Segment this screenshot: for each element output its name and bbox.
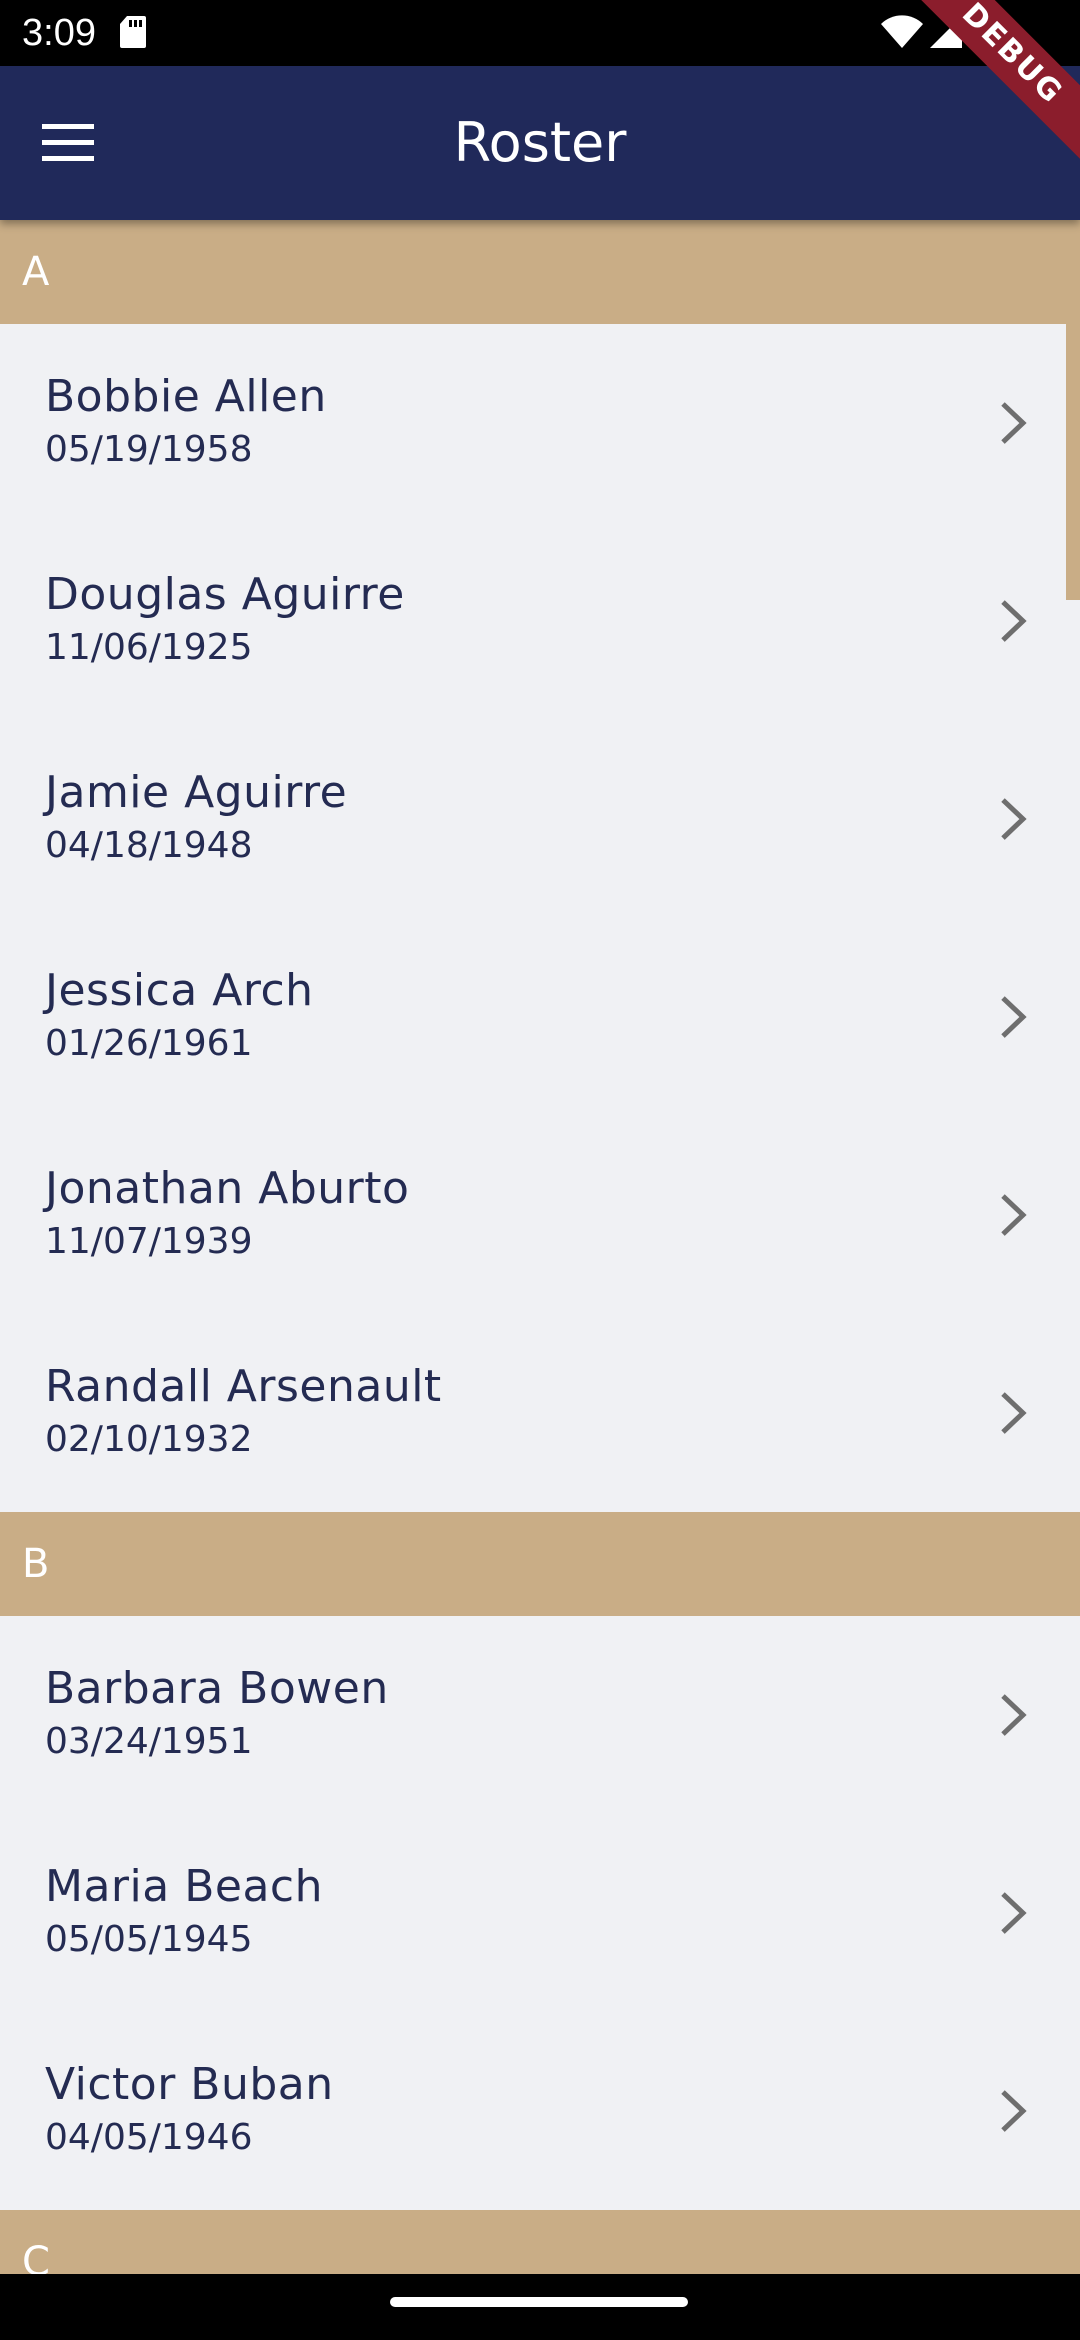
sd-card-icon [120,16,146,48]
status-time: 3:09 [22,12,96,54]
person-name: Bobbie Allen [45,371,327,422]
person-name: Maria Beach [45,1861,323,1912]
list-item[interactable]: Victor Buban 04/05/1946 [0,2012,1080,2210]
scrollbar[interactable] [1066,324,1080,600]
person-name: Jonathan Aburto [45,1163,410,1214]
person-name: Barbara Bowen [45,1663,389,1714]
chevron-right-icon [995,794,1033,844]
list-item[interactable]: Douglas Aguirre 11/06/1925 [0,522,1080,720]
person-date: 11/06/1925 [45,627,253,668]
chevron-right-icon [995,1190,1033,1240]
person-date: 02/10/1932 [45,1419,253,1460]
list-item[interactable]: Randall Arsenault 02/10/1932 [0,1314,1080,1512]
navigation-bar [0,2274,1080,2340]
person-name: Jessica Arch [45,965,314,1016]
chevron-right-icon [995,2086,1033,2136]
person-date: 05/19/1958 [45,429,253,470]
person-date: 04/05/1946 [45,2117,253,2158]
person-name: Jamie Aguirre [45,767,348,818]
list-item[interactable]: Jessica Arch 01/26/1961 [0,918,1080,1116]
list-item[interactable]: Bobbie Allen 05/19/1958 [0,324,1080,522]
chevron-right-icon [995,1888,1033,1938]
wifi-icon [881,15,923,48]
page-title: Roster [453,111,627,174]
list-item[interactable]: Jamie Aguirre 04/18/1948 [0,720,1080,918]
person-name: Victor Buban [45,2059,334,2110]
list-item[interactable]: Jonathan Aburto 11/07/1939 [0,1116,1080,1314]
roster-list[interactable]: A Bobbie Allen 05/19/1958 Douglas Aguirre 11… [0,220,1080,2274]
person-name: Douglas Aguirre [45,569,405,620]
chevron-right-icon [995,596,1033,646]
chevron-right-icon [995,398,1033,448]
person-date: 01/26/1961 [45,1023,253,1064]
person-date: 05/05/1945 [45,1919,253,1960]
section-header-a: A [0,220,1080,324]
person-date: 04/18/1948 [45,825,253,866]
chevron-right-icon [995,992,1033,1042]
person-date: 11/07/1939 [45,1221,253,1262]
chevron-right-icon [995,1388,1033,1438]
list-item[interactable]: Barbara Bowen 03/24/1951 [0,1616,1080,1814]
home-indicator[interactable] [390,2297,688,2307]
status-bar: 3:09 [0,0,1080,66]
section-header-c: C [0,2210,1080,2274]
list-item[interactable]: Maria Beach 05/05/1945 [0,1814,1080,2012]
person-name: Randall Arsenault [45,1361,442,1412]
person-date: 03/24/1951 [45,1721,253,1762]
chevron-right-icon [995,1690,1033,1740]
section-header-b: B [0,1512,1080,1616]
app-bar: Roster [0,66,1080,220]
